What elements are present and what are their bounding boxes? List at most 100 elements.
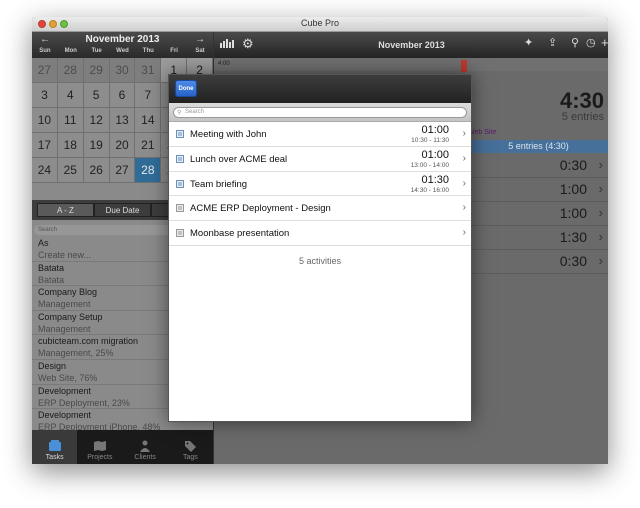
next-month-button[interactable]: → [195,34,205,45]
window-title: Cube Pro [300,18,340,28]
activity-name: ACME ERP Deployment - Design [190,203,331,215]
tab-label: Tasks [45,454,64,461]
calendar-day[interactable]: 24 [32,158,58,183]
calendar-day[interactable]: 25 [57,158,84,183]
calendar-day[interactable]: 19 [83,133,110,158]
activity-name: Team briefing [190,178,248,190]
chevron-right-icon: › [598,205,603,220]
tab-tasks[interactable]: Tasks [32,430,78,464]
done-button[interactable]: Done [175,80,197,97]
weekday-label: Sat [195,48,205,54]
calendar-day[interactable]: 28 [57,58,84,83]
sort-az-button[interactable]: A - Z [37,203,94,217]
magic-wand-icon[interactable]: ✦ [524,36,533,49]
calendar-day[interactable]: 13 [109,108,136,133]
weekday-label: Tue [91,48,102,54]
tab-tags[interactable]: Tags [168,430,213,464]
chevron-right-icon: › [462,177,466,189]
activity-time-range: 13:00 - 14:00 [410,161,449,169]
tab-label: Tags [182,454,198,461]
search-placeholder: Search [185,109,205,115]
chevron-right-icon: › [598,229,603,244]
calendar-day[interactable]: 5 [83,83,110,108]
weekday-label: Sun [39,48,51,54]
calendar-month-title: November 2013 [85,34,160,45]
entry-duration: 1:00 [559,181,587,197]
entry-duration: 0:30 [559,157,587,173]
chevron-right-icon: › [598,253,603,268]
activity-search-input[interactable]: ⚲ Search [173,107,467,118]
activity-row[interactable]: Team briefing 01:30 14:30 - 16:00 › [169,172,471,197]
calendar-weekdays: Sun Mon Tue Wed Thu Fri Sat [32,48,213,54]
entry-row[interactable]: 0:30 › [468,154,608,178]
calendar-day[interactable]: 26 [83,158,110,183]
activity-time-range: 10:30 - 11:30 [411,137,449,144]
calendar-header: ← November 2013 → Sun Mon Tue Wed Thu Fr… [32,32,213,58]
document-icon [176,229,184,238]
calendar-day[interactable]: 6 [109,83,136,108]
calendar-day[interactable]: 14 [135,108,162,133]
calendar-day[interactable]: 30 [109,58,136,83]
calendar-day[interactable]: 21 [135,133,162,158]
document-icon [176,154,184,163]
tab-clients[interactable]: Clients [123,430,168,464]
calendar-day[interactable]: 10 [32,108,58,133]
calendar-day[interactable]: 3 [32,83,58,108]
share-icon[interactable]: ⇪ [548,36,557,49]
activity-row[interactable]: ACME ERP Deployment - Design › [169,196,471,222]
group-header: 5 entries (4:30) [468,140,608,153]
chevron-right-icon: › [462,152,466,164]
calendar-day[interactable]: 29 [83,58,110,83]
calendar-day[interactable]: 17 [32,133,58,158]
activity-time-range: 14:30 - 16:00 [410,186,449,194]
calendar-day[interactable]: 27 [109,158,136,183]
tab-projects[interactable]: Projects [77,430,122,464]
entry-row[interactable]: 1:00 › [468,178,608,202]
entry-duration: 1:00 [559,205,587,221]
entry-row[interactable]: 0:30 › [468,250,608,274]
entry-row[interactable]: 1:00 › [468,202,608,226]
entry-row[interactable]: 1:30 › [468,226,608,250]
activity-duration: 01:30 [421,173,449,186]
activity-row[interactable]: Meeting with John 01:00 10:30 - 11:30 › [169,122,471,147]
weekday-label: Thu [142,48,154,54]
document-icon [176,130,184,138]
chevron-right-icon: › [462,202,466,214]
activity-duration: 01:00 [421,148,449,161]
title-bar: Cube Pro [32,17,608,32]
calendar-day-selected[interactable]: 28 [135,158,162,183]
activity-name: Moonbase presentation [190,228,290,240]
calendar-day[interactable]: 4 [57,83,84,108]
calendar-day[interactable]: 27 [32,58,58,83]
clock-icon[interactable]: ◷ [586,36,596,49]
time-strip: 4:00 [214,58,608,71]
activity-list: Meeting with John 01:00 10:30 - 11:30 › … [169,122,471,246]
activity-duration: 01:00 [421,124,449,136]
calendar-day[interactable]: 7 [135,83,162,108]
calendar-day[interactable]: 11 [57,108,84,133]
sort-due-date-button[interactable]: Due Date [94,203,151,217]
tab-bar: Tasks Projects Clients Tags [32,430,213,464]
chevron-right-icon: › [598,181,603,196]
calendar-day[interactable]: 20 [109,133,136,158]
tag-icon [185,441,197,452]
weekday-label: Fri [170,48,178,54]
search-icon[interactable]: ⚲ [571,36,579,49]
chevron-right-icon: › [462,128,466,139]
tasks-icon [48,440,61,451]
calendar-day[interactable]: 12 [83,108,110,133]
add-icon[interactable]: + [601,35,608,50]
search-icon: ⚲ [177,110,182,116]
running-timer-mark [461,60,467,72]
activity-name: Lunch over ACME deal [190,153,288,165]
chevron-right-icon: › [462,227,466,239]
activity-row[interactable]: Lunch over ACME deal 01:00 13:00 - 14:00… [169,147,471,172]
calendar-day[interactable]: 18 [57,133,84,158]
activity-row[interactable]: Moonbase presentation › [169,221,471,246]
entries-count: 5 entries [561,111,604,123]
map-icon [93,441,106,451]
calendar-day[interactable]: 31 [135,58,162,83]
tab-label: Projects [87,454,113,461]
document-icon [176,179,184,188]
activity-name: Meeting with John [190,129,267,140]
